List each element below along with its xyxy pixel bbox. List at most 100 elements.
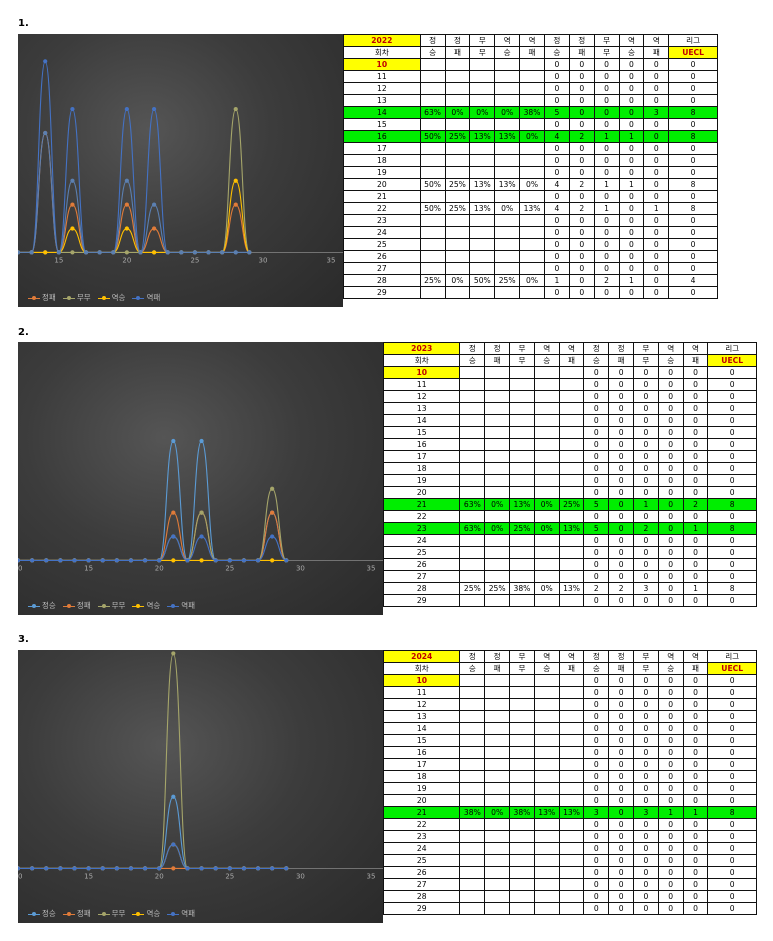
count-cell: 0 [618,214,645,227]
percent-cell [459,866,486,879]
percent-cell [459,734,486,747]
percent-cell: 25% [444,130,471,143]
count-cell: 0 [707,698,757,711]
percent-cell [419,166,446,179]
count-cell: 0 [608,830,635,843]
data-point [199,534,204,539]
percent-cell [558,486,585,499]
count-cell: 0 [643,250,670,263]
legend-label: 무무 [111,601,126,610]
count-cell: 0 [583,558,610,571]
percent-cell [533,686,560,699]
percent-cell: 63% [419,106,446,119]
percent-cell [459,686,486,699]
table-row: 12 0 0 0 0 0 0 [382,698,757,711]
count-cell: 0 [593,94,620,107]
percent-cell [469,166,496,179]
legend-marker-icon [97,911,110,917]
percent-cell [419,94,446,107]
table-row: 14 0 0 0 0 0 0 [382,722,757,735]
percent-cell: 25% [494,274,521,287]
legend-item: 역승 [132,600,160,611]
table-row: 28 0 0 0 0 0 0 [382,890,757,903]
count-cell: 0 [707,558,757,571]
count-cell: 0 [568,250,595,263]
count-cell: 0 [657,746,684,759]
percent-cell [444,226,471,239]
percent-cell [459,830,486,843]
percent-cell [444,214,471,227]
round-cell: 12 [382,698,461,711]
data-point [233,106,238,112]
count-cell: 0 [583,402,610,415]
count-cell: 5 [543,106,570,119]
count-cell: 0 [657,758,684,771]
header-cell: 승 [657,662,684,675]
percent-cell [509,414,535,427]
count-cell: 0 [657,722,684,735]
count-cell: 0 [707,510,757,523]
percent-cell [533,830,560,843]
header-row-1: 2022 정 정 무 역 역 정 정 무 역 역 리그 [343,34,718,47]
count-cell: 0 [633,842,659,855]
x-tick-label: 15 [84,564,93,572]
round-cell: 28 [343,274,421,287]
count-cell: 1 [618,130,645,143]
count-cell: 8 [707,582,757,595]
header-cell: 정 [583,342,610,355]
percent-cell [519,154,545,167]
data-point [18,866,21,871]
percent-cell [558,558,585,571]
legend-item: 무무 [97,600,126,611]
count-cell: 0 [707,426,757,439]
percent-cell [459,558,486,571]
count-cell: 0 [608,546,635,559]
count-cell: 0 [583,698,610,711]
count-cell: 8 [668,106,718,119]
percent-cell [459,378,486,391]
data-point [171,651,176,656]
year-cell: 2023 [382,342,461,355]
percent-cell [558,390,585,403]
count-cell: 0 [682,758,709,771]
table-row: 10 0 0 0 0 0 0 [382,674,757,687]
legend-item: 정패 [28,292,56,303]
header-cell: 역 [533,650,560,663]
percent-cell: 25% [444,202,471,215]
header-cell: 패 [568,46,595,59]
count-cell: 0 [657,450,684,463]
header-cell: 정 [543,34,570,47]
count-cell: 0 [643,58,670,71]
header-cell: 정 [419,34,446,47]
count-cell: 0 [657,546,684,559]
count-cell: 0 [583,570,610,583]
count-cell: 0 [657,498,684,511]
table-row: 27 0 0 0 0 0 0 [382,878,757,891]
percent-cell [519,286,545,299]
data-point [270,866,275,871]
percent-cell [419,250,446,263]
count-cell: 0 [633,534,659,547]
legend-item: 정승 [28,600,56,611]
data-point [83,250,89,255]
header-cell: 역 [558,342,585,355]
percent-cell: 0% [519,130,545,143]
header-cell: 정 [568,34,595,47]
percent-cell [558,890,585,903]
count-cell: 0 [657,366,684,379]
count-cell: 0 [657,558,684,571]
percent-cell [558,770,585,783]
count-cell: 0 [608,558,635,571]
header-cell: 무 [593,34,620,47]
data-point [241,866,247,871]
round-cell: 23 [343,214,421,227]
round-cell: 20 [382,794,461,807]
count-cell: 0 [618,154,645,167]
count-cell: 0 [668,262,718,275]
chart-svg: 10 15 20 25 30 35 [18,438,383,572]
header-cell: 무 [633,650,659,663]
percent-cell [484,438,511,451]
percent-cell [484,782,511,795]
data-point [233,202,238,207]
data-point [124,178,129,183]
